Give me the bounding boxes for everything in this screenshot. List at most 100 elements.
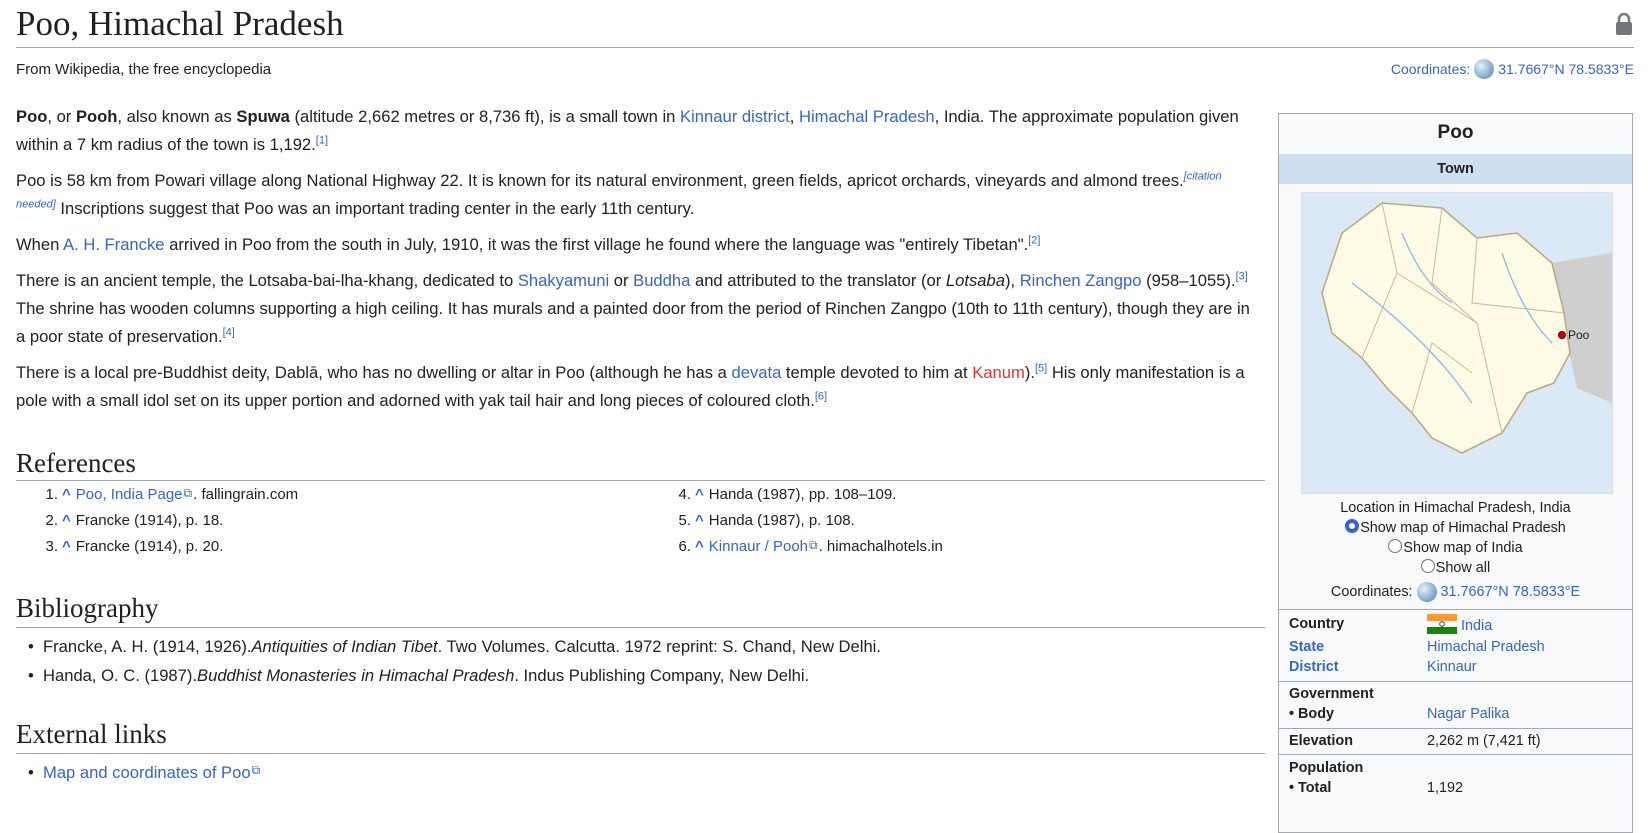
text: and attributed to the translator (or (690, 271, 946, 290)
references-column-1: 1. ^ Poo, India Page ⧉. fallingrain.com 2. ^… (16, 486, 576, 564)
ref-link-4[interactable]: [4] (223, 326, 235, 338)
paragraph-2: Poo is 58 km from Powari village along N… (16, 167, 1261, 223)
reference-item: 3. ^ Francke (1914), p. 20. (16, 538, 576, 564)
ref-link-3[interactable]: [3] (1236, 270, 1248, 282)
link-shakyamuni[interactable]: Shakyamuni (518, 271, 609, 290)
link-kinnaur-district[interactable]: Kinnaur district (680, 107, 790, 126)
row-label: Population (1289, 760, 1364, 776)
ref-link-2[interactable]: [2] (1028, 234, 1040, 246)
row-body: • Body Nagar Palika (1289, 706, 1624, 722)
infobox-coordinates: Coordinates: 31.7667°N 78.5833°E (1279, 582, 1632, 602)
references-heading: References (16, 448, 136, 478)
references-divider (16, 480, 1265, 481)
elevation-value: 2,262 m (7,421 ft) (1427, 733, 1541, 749)
radio-label: Show map of Himachal Pradesh (1360, 520, 1566, 536)
row-population: Population (1289, 760, 1624, 776)
globe-icon[interactable] (1416, 582, 1437, 602)
reference-text: Handa (1987), p. 108. (708, 512, 855, 529)
coordinates-link[interactable]: 31.7667°N 78.5833°E (1498, 61, 1634, 77)
map-marker-label: Poo (1568, 328, 1590, 342)
external-links-divider (16, 753, 1265, 754)
reference-link[interactable]: Kinnaur / Pooh (709, 538, 808, 564)
link-buddha[interactable]: Buddha (633, 271, 690, 290)
tagline: From Wikipedia, the free encyclopedia (16, 61, 272, 78)
backlink-caret[interactable]: ^ (695, 538, 704, 564)
row-government: Government (1289, 686, 1624, 702)
coordinates-label: Coordinates: (1330, 584, 1413, 600)
ref-number: 3. (45, 538, 58, 555)
reference-item: 6. ^ Kinnaur / Pooh ⧉. himachalhotels.in (649, 538, 1209, 564)
text: When (16, 235, 64, 254)
link-himachal-pradesh[interactable]: Himachal Pradesh (799, 107, 935, 126)
district-label-link[interactable]: District (1289, 659, 1427, 675)
body-link[interactable]: Nagar Palika (1427, 706, 1509, 722)
location-map[interactable]: Poo (1301, 192, 1613, 494)
reference-link[interactable]: Poo, India Page (76, 486, 183, 512)
ref-link-5[interactable]: [5] (1035, 362, 1047, 374)
bibliography-heading: Bibliography (16, 593, 159, 623)
row-label: • Total (1289, 780, 1332, 796)
link-rinchen-zangpo[interactable]: Rinchen Zangpo (1020, 271, 1142, 290)
bibliography-divider (16, 627, 1265, 628)
country-link[interactable]: India (1461, 618, 1492, 634)
infobox-divider (1279, 609, 1632, 610)
row-label: Elevation (1289, 733, 1353, 749)
link-kanum-redlink[interactable]: Kanum (972, 363, 1025, 382)
infobox-type: Town (1279, 154, 1632, 184)
reference-item: 5. ^ Handa (1987), p. 108. (649, 512, 1209, 538)
row-label: Country (1289, 616, 1345, 632)
map-image: Poo (1302, 193, 1612, 493)
text: (958–1055). (1141, 271, 1236, 290)
coordinates-top: Coordinates: 31.7667°N 78.5833°E (1391, 59, 1634, 79)
ref-number: 1. (45, 486, 58, 503)
reference-text: Francke (1914), p. 20. (75, 538, 224, 555)
backlink-caret[interactable]: ^ (62, 486, 71, 512)
text: Poo is 58 km from Powari village along N… (16, 171, 1184, 190)
backlink-caret[interactable]: ^ (695, 512, 704, 538)
bold-term: Poo (16, 107, 48, 126)
text: , or (47, 107, 76, 126)
text: or (609, 271, 634, 290)
text: ). (1024, 363, 1035, 382)
radio-selected-icon[interactable] (1345, 519, 1360, 534)
ref-link-6[interactable]: [6] (815, 390, 827, 402)
text: arrived in Poo from the south in July, 1… (164, 235, 1029, 254)
radio-show-all[interactable]: Show all (1279, 559, 1632, 576)
radio-india[interactable]: Show map of India (1279, 539, 1632, 556)
district-link[interactable]: Kinnaur (1427, 659, 1477, 675)
radio-icon[interactable] (1388, 539, 1403, 554)
bold-term: Spuwa (236, 107, 290, 126)
paragraph-1: Poo, or Pooh, also known as Spuwa (altit… (16, 103, 1261, 159)
external-link-map[interactable]: Map and coordinates of Poo (43, 763, 251, 792)
row-state: State Himachal Pradesh (1289, 639, 1624, 655)
link-devata[interactable]: devata (731, 363, 781, 382)
external-links-heading: External links (16, 719, 167, 749)
backlink-caret[interactable]: ^ (62, 512, 71, 538)
coordinates-link[interactable]: 31.7667°N 78.5833°E (1441, 584, 1581, 600)
link-francke[interactable]: A. H. Francke (63, 235, 164, 254)
radio-icon[interactable] (1420, 559, 1435, 574)
map-marker-dot[interactable] (1558, 331, 1566, 339)
title-divider (16, 47, 1634, 48)
lock-icon[interactable] (1614, 12, 1634, 36)
state-link[interactable]: Himachal Pradesh (1427, 639, 1545, 655)
row-total: • Total 1,192 (1289, 780, 1624, 796)
india-flag-icon (1427, 614, 1457, 634)
row-label: Government (1289, 686, 1374, 702)
map-caption: Location in Himachal Pradesh, India (1340, 500, 1571, 516)
infobox-divider (1279, 681, 1632, 682)
radio-himachal[interactable]: Show map of Himachal Pradesh (1279, 519, 1632, 536)
ref-link-1[interactable]: [1] (316, 134, 328, 146)
reference-text: Handa (1987), pp. 108–109. (708, 486, 897, 503)
external-link-item: • Map and coordinates of Poo ⧉ (28, 763, 260, 792)
infobox-title: Poo (1437, 122, 1474, 143)
state-label-link[interactable]: State (1289, 639, 1427, 655)
globe-icon[interactable] (1474, 59, 1495, 79)
text: , (789, 107, 800, 126)
external-links-list: • Map and coordinates of Poo ⧉ (28, 763, 260, 792)
coordinates-label: Coordinates: (1390, 61, 1471, 77)
backlink-caret[interactable]: ^ (62, 538, 71, 564)
radio-label: Show all (1435, 560, 1491, 576)
backlink-caret[interactable]: ^ (695, 486, 704, 512)
reference-text: Francke (1914), p. 18. (75, 512, 224, 529)
